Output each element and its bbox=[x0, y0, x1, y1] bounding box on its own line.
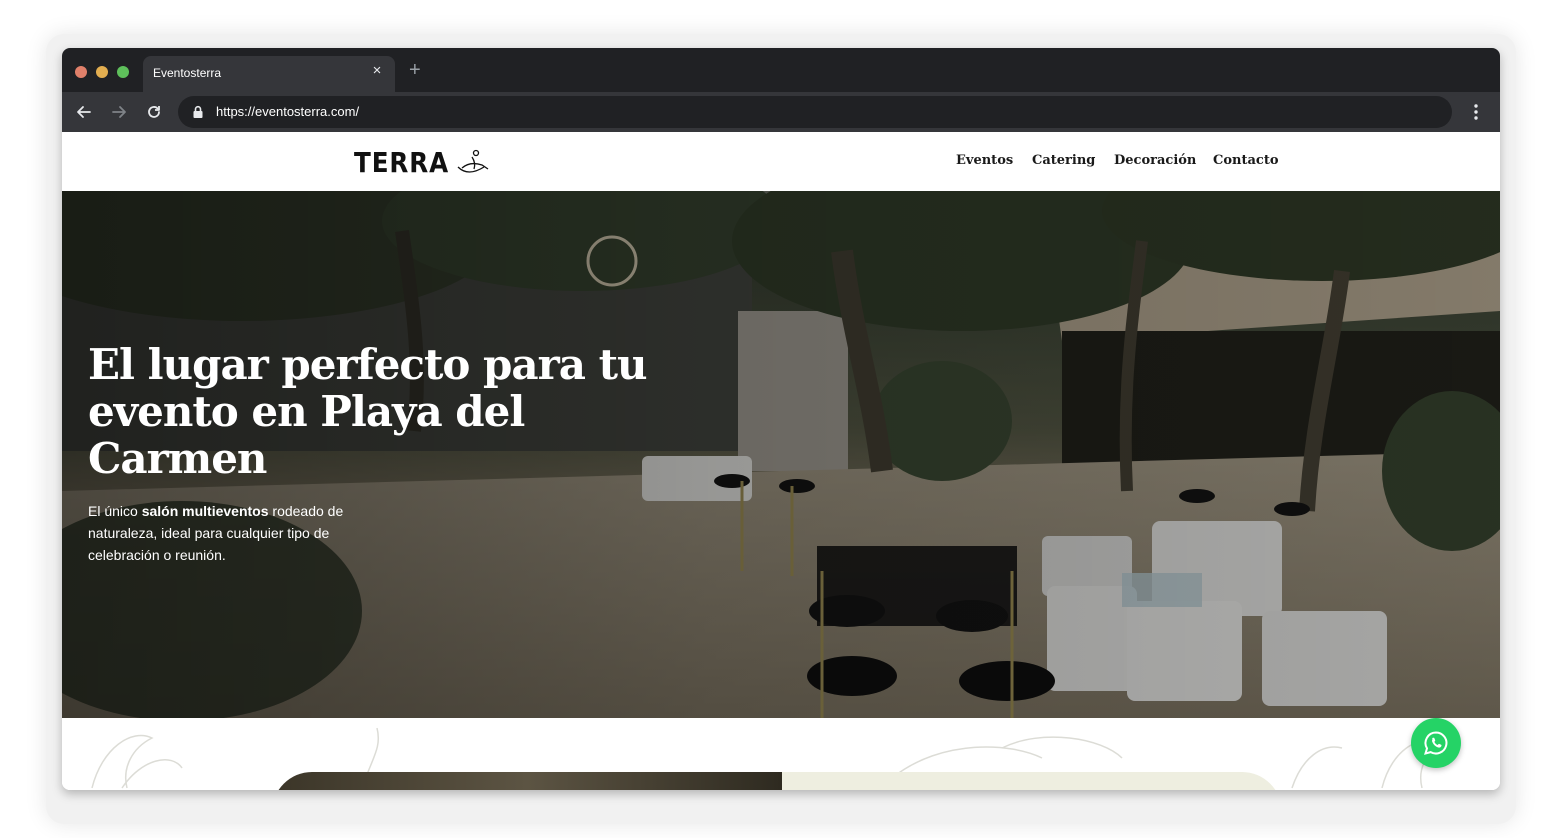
whatsapp-icon bbox=[1424, 731, 1448, 755]
title-bar: Eventosterra × + bbox=[62, 48, 1500, 92]
site-header: TERRA Eventos Catering Decoración Contac… bbox=[62, 132, 1500, 191]
web-page: TERRA Eventos Catering Decoración Contac… bbox=[62, 132, 1500, 790]
hero-subtitle: El único salón multieventos rodeado de n… bbox=[88, 500, 378, 566]
url-text: https://eventosterra.com/ bbox=[216, 104, 360, 119]
nav-link-eventos[interactable]: Eventos bbox=[956, 153, 1013, 168]
intro-section bbox=[62, 718, 1500, 790]
forward-arrow-icon[interactable] bbox=[107, 100, 131, 124]
browser-tab[interactable]: Eventosterra × bbox=[143, 56, 395, 92]
new-tab-button[interactable]: + bbox=[409, 60, 421, 80]
nav-link-contacto[interactable]: Contacto bbox=[1213, 153, 1279, 168]
hero-section: El lugar perfecto para tu evento en Play… bbox=[62, 191, 1500, 718]
hero-subtitle-bold: salón multieventos bbox=[141, 503, 269, 519]
hammock-logo-icon bbox=[457, 149, 489, 173]
lock-icon bbox=[192, 105, 206, 119]
close-window-button[interactable] bbox=[75, 66, 87, 78]
browser-window: Eventosterra × + https://eventosterra.co… bbox=[62, 48, 1500, 790]
venue-photo-card bbox=[272, 772, 782, 790]
nav-link-decoracion[interactable]: Decoración bbox=[1114, 153, 1196, 168]
address-bar[interactable]: https://eventosterra.com/ bbox=[178, 96, 1452, 128]
logo-text: TERRA bbox=[354, 145, 450, 179]
whatsapp-button[interactable] bbox=[1411, 718, 1461, 768]
kebab-menu-icon[interactable] bbox=[1464, 100, 1488, 124]
hero-title: El lugar perfecto para tu evento en Play… bbox=[88, 340, 648, 483]
minimize-window-button[interactable] bbox=[96, 66, 108, 78]
close-tab-icon[interactable]: × bbox=[369, 63, 385, 79]
terra-logo[interactable]: TERRA bbox=[354, 142, 492, 182]
info-card bbox=[782, 772, 1282, 790]
hero-subtitle-prefix: El único bbox=[88, 503, 142, 519]
reload-icon[interactable] bbox=[142, 100, 166, 124]
nav-link-catering[interactable]: Catering bbox=[1032, 153, 1095, 168]
browser-toolbar: https://eventosterra.com/ bbox=[62, 92, 1500, 132]
tab-title: Eventosterra bbox=[153, 66, 222, 80]
maximize-window-button[interactable] bbox=[117, 66, 129, 78]
back-arrow-icon[interactable] bbox=[72, 100, 96, 124]
